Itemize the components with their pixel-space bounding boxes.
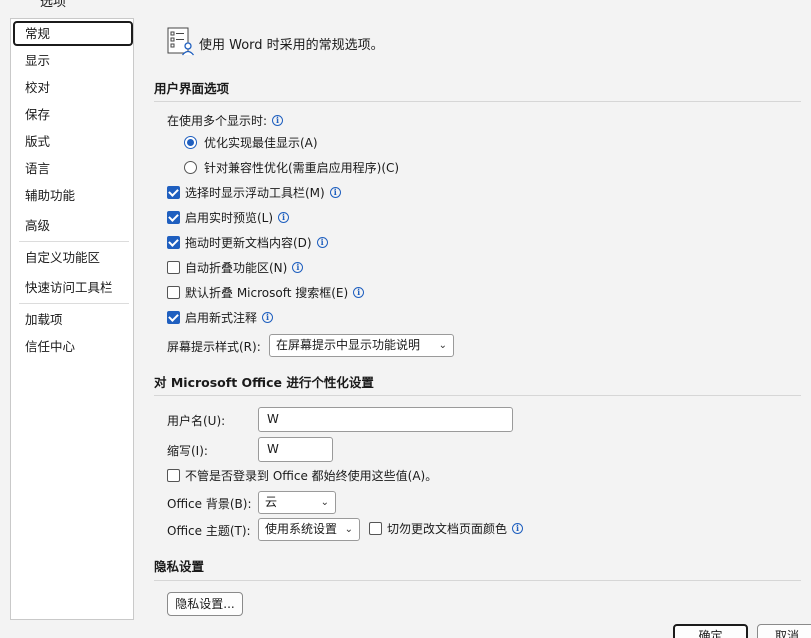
sidebar-item-layout[interactable]: 版式 xyxy=(13,129,133,154)
general-options-icon xyxy=(167,27,195,56)
info-icon[interactable]: i xyxy=(272,115,284,126)
sidebar-item-quick-access-toolbar[interactable]: 快速访问工具栏 xyxy=(13,275,133,300)
radio-best-display-label: 优化实现最佳显示(A) xyxy=(204,136,318,150)
screentip-style-label: 屏幕提示样式(R): xyxy=(167,340,261,354)
general-options-panel: 使用 Word 时采用的常规选项。 用户界面选项 在使用多个显示时: i 优化实… xyxy=(134,0,811,638)
sidebar-item-customize-ribbon[interactable]: 自定义功能区 xyxy=(13,245,133,270)
sidebar-item-display[interactable]: 显示 xyxy=(13,48,133,73)
info-icon[interactable]: i xyxy=(262,312,274,323)
always-use-values-row[interactable]: 不管是否登录到 Office 都始终使用这些值(A)。 xyxy=(167,467,437,484)
ui-options-heading: 用户界面选项 xyxy=(154,81,230,96)
mini-toolbar-row[interactable]: 选择时显示浮动工具栏(M) i xyxy=(167,184,341,201)
sidebar-item-language[interactable]: 语言 xyxy=(13,156,133,181)
username-label: 用户名(U): xyxy=(167,414,226,428)
sidebar-item-addins[interactable]: 加载项 xyxy=(13,307,133,332)
office-background-label: Office 背景(B): xyxy=(167,497,252,511)
chevron-down-icon: ⌄ xyxy=(438,340,447,351)
radio-best-display[interactable] xyxy=(184,136,197,149)
section-divider xyxy=(154,580,801,581)
office-theme-label: Office 主题(T): xyxy=(167,524,251,538)
privacy-settings-button[interactable]: 隐私设置... xyxy=(167,592,243,616)
multi-display-row: 在使用多个显示时: i xyxy=(167,112,284,129)
info-icon[interactable]: i xyxy=(278,212,290,223)
word-options-dialog: 选项 常规 显示 校对 保存 版式 语言 辅助功能 高级 自定义功能区 快速访问… xyxy=(0,0,811,638)
never-change-page-color-checkbox[interactable] xyxy=(369,522,382,535)
privacy-heading: 隐私设置 xyxy=(154,559,205,574)
section-divider xyxy=(154,395,801,396)
dialog-title: 选项 xyxy=(40,0,67,10)
office-background-select[interactable]: 云 ⌄ xyxy=(258,491,336,514)
collapse-ribbon-row[interactable]: 自动折叠功能区(N) i xyxy=(167,259,304,276)
office-background-value: 云 xyxy=(265,495,278,509)
ok-button[interactable]: 确定 xyxy=(673,624,748,638)
info-icon[interactable]: i xyxy=(316,237,328,248)
collapse-search-label: 默认折叠 Microsoft 搜索框(E) xyxy=(185,286,349,300)
radio-compatibility[interactable] xyxy=(184,161,197,174)
live-preview-label: 启用实时预览(L) xyxy=(185,211,274,225)
collapse-search-checkbox[interactable] xyxy=(167,286,180,299)
intro-text: 使用 Word 时采用的常规选项。 xyxy=(199,38,384,53)
modern-comments-row[interactable]: 启用新式注释 i xyxy=(167,309,274,326)
office-theme-select[interactable]: 使用系统设置 ⌄ xyxy=(258,518,360,541)
radio-best-display-row[interactable]: 优化实现最佳显示(A) xyxy=(184,134,318,151)
office-theme-value: 使用系统设置 xyxy=(265,522,338,536)
initials-input[interactable]: W xyxy=(258,437,333,462)
multi-display-label: 在使用多个显示时: xyxy=(167,114,268,128)
live-preview-row[interactable]: 启用实时预览(L) i xyxy=(167,209,290,226)
sidebar-item-proofing[interactable]: 校对 xyxy=(13,75,133,100)
live-preview-checkbox[interactable] xyxy=(167,211,180,224)
sidebar-divider xyxy=(19,303,129,304)
screentip-style-value: 在屏幕提示中显示功能说明 xyxy=(276,338,421,352)
collapse-search-row[interactable]: 默认折叠 Microsoft 搜索框(E) i xyxy=(167,284,365,301)
never-change-page-color-row[interactable]: 切勿更改文档页面颜色 i xyxy=(369,520,524,537)
drag-update-label: 拖动时更新文档内容(D) xyxy=(185,236,312,250)
screentip-style-select[interactable]: 在屏幕提示中显示功能说明 ⌄ xyxy=(269,334,454,357)
info-icon[interactable]: i xyxy=(292,262,304,273)
cancel-button[interactable]: 取消 xyxy=(757,624,811,638)
info-icon[interactable]: i xyxy=(353,287,365,298)
info-icon[interactable]: i xyxy=(512,523,524,534)
modern-comments-label: 启用新式注释 xyxy=(185,311,258,325)
chevron-down-icon: ⌄ xyxy=(344,524,353,535)
mini-toolbar-label: 选择时显示浮动工具栏(M) xyxy=(185,186,325,200)
chevron-down-icon: ⌄ xyxy=(320,497,329,508)
info-icon[interactable]: i xyxy=(329,187,341,198)
mini-toolbar-checkbox[interactable] xyxy=(167,186,180,199)
modern-comments-checkbox[interactable] xyxy=(167,311,180,324)
username-input[interactable]: W xyxy=(258,407,513,432)
drag-update-checkbox[interactable] xyxy=(167,236,180,249)
sidebar-item-advanced[interactable]: 高级 xyxy=(13,213,133,238)
sidebar-item-save[interactable]: 保存 xyxy=(13,102,133,127)
sidebar-divider xyxy=(19,241,129,242)
personalize-heading: 对 Microsoft Office 进行个性化设置 xyxy=(154,375,374,390)
always-use-values-label: 不管是否登录到 Office 都始终使用这些值(A)。 xyxy=(185,469,438,483)
collapse-ribbon-checkbox[interactable] xyxy=(167,261,180,274)
sidebar-item-trust-center[interactable]: 信任中心 xyxy=(13,334,133,359)
always-use-values-checkbox[interactable] xyxy=(167,469,180,482)
radio-compatibility-row[interactable]: 针对兼容性优化(需重启应用程序)(C) xyxy=(184,159,399,176)
radio-compatibility-label: 针对兼容性优化(需重启应用程序)(C) xyxy=(204,161,400,175)
sidebar-item-general[interactable]: 常规 xyxy=(13,21,133,46)
collapse-ribbon-label: 自动折叠功能区(N) xyxy=(185,261,288,275)
section-divider xyxy=(154,101,801,102)
options-sidebar: 常规 显示 校对 保存 版式 语言 辅助功能 高级 自定义功能区 快速访问工具栏… xyxy=(10,18,134,620)
sidebar-item-accessibility[interactable]: 辅助功能 xyxy=(13,183,133,208)
initials-label: 缩写(I): xyxy=(167,444,208,458)
never-change-page-color-label: 切勿更改文档页面颜色 xyxy=(387,522,508,536)
drag-update-row[interactable]: 拖动时更新文档内容(D) i xyxy=(167,234,328,251)
